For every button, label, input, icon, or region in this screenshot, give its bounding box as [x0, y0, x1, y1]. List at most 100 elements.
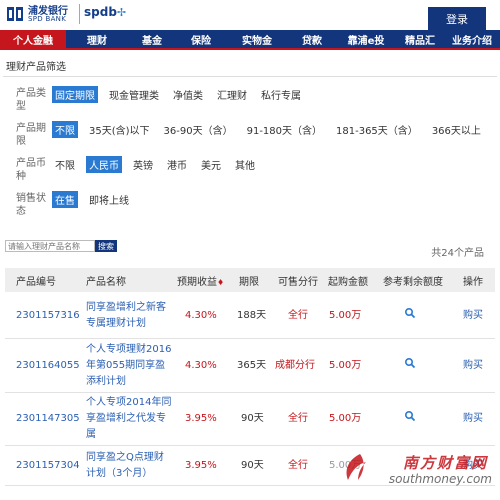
filter-option-term-91-180[interactable]: 91-180天（含）	[244, 121, 325, 138]
search-icon[interactable]	[404, 410, 416, 422]
nav-item-personal-finance[interactable]: 个人金融	[0, 30, 66, 48]
plus-icon: ✢	[116, 6, 127, 19]
nav-item-wealth-management[interactable]: 理财	[66, 30, 128, 48]
search-icon[interactable]	[404, 357, 416, 369]
filter-option-gbp[interactable]: 英镑	[130, 156, 156, 173]
logo-english-name: SPD BANK	[28, 15, 67, 23]
column-header-code: 产品编号	[16, 276, 56, 288]
product-code-link[interactable]: 2301157304	[5, 458, 80, 474]
product-term: 90天	[241, 459, 264, 471]
filter-row-product-term: 产品期限 不限 35天(含)以下 36-90天（含） 91-180天（含） 18…	[16, 120, 484, 148]
filter-option-coming-soon[interactable]: 即将上线	[86, 191, 132, 208]
filter-row-currency: 产品币种 不限 人民币 英镑 港币 美元 其他	[16, 155, 266, 183]
expected-return: 4.30%	[185, 309, 217, 321]
watermark-text-cn: 南方财富网	[402, 454, 488, 472]
filter-option-hkd[interactable]: 港币	[164, 156, 190, 173]
filter-label: 产品币种	[16, 158, 46, 182]
main-nav: 个人金融 理财 基金 保险 实物金 贷款 靠浦e投 精品汇 业务介绍	[0, 30, 500, 50]
remaining-quota-search[interactable]	[379, 410, 459, 428]
table-row: 2301147305 个人专项2014年同享盈增利之代发专属 3.95% 90天…	[5, 393, 495, 446]
nav-item-funds[interactable]: 基金	[128, 30, 176, 48]
product-term: 188天	[237, 309, 267, 321]
filter-option-cash-management[interactable]: 现金管理类	[106, 86, 162, 103]
nav-item-loans[interactable]: 贷款	[288, 30, 336, 48]
login-button[interactable]: 登录	[428, 7, 486, 30]
filter-options: 固定期限 现金管理类 净值类 汇理财 私行专属	[52, 85, 312, 103]
column-header-expected-return[interactable]: 预期收益♦	[173, 273, 237, 288]
sale-branch: 全行	[288, 459, 308, 471]
filter-option-rmb[interactable]: 人民币	[86, 155, 122, 173]
sort-icon: ♦	[217, 277, 225, 287]
column-header-term: 期限	[239, 276, 259, 288]
table-row: 2301157316 同享盈增利之新客专属理财计划 4.30% 188天 全行 …	[5, 293, 495, 339]
filter-option-term-35[interactable]: 35天(含)以下	[86, 121, 153, 138]
filter-title: 理财产品筛选	[6, 62, 66, 73]
spdb-brand[interactable]: spdb✢	[84, 5, 126, 19]
filter-option-other-currency[interactable]: 其他	[232, 156, 258, 173]
expected-return: 3.95%	[185, 413, 217, 424]
buy-link[interactable]: 购买	[459, 411, 489, 427]
product-search-input[interactable]	[5, 240, 95, 252]
watermark-logo-icon	[346, 454, 366, 480]
filter-option-private-bank[interactable]: 私行专属	[258, 86, 304, 103]
column-header-remaining-quota: 参考剩余额度	[383, 276, 443, 288]
site-header: 浦发银行 SPD BANK spdb✢ 登录	[0, 0, 500, 30]
column-header-action: 操作	[463, 276, 483, 288]
filter-option-any-term[interactable]: 不限	[52, 120, 78, 138]
filter-option-any-currency[interactable]: 不限	[52, 156, 78, 173]
sale-branch: 全行	[288, 413, 308, 424]
nav-item-physical-gold[interactable]: 实物金	[226, 30, 288, 48]
filter-divider	[3, 76, 497, 77]
product-name-link[interactable]: 同享盈之Q点理财计划（3个月）	[75, 450, 173, 482]
filter-option-term-36-90[interactable]: 36-90天（含）	[161, 121, 236, 138]
product-term: 90天	[241, 413, 264, 424]
filter-label: 产品类型	[16, 88, 46, 112]
filter-label: 产品期限	[16, 123, 46, 147]
product-code-link[interactable]: 2301147305	[5, 411, 80, 427]
table-row: 2301164055 个人专项理财2016年第055期同享盈添利计划 4.30%…	[5, 339, 495, 393]
filter-option-on-sale[interactable]: 在售	[52, 190, 78, 208]
filter-options: 不限 人民币 英镑 港币 美元 其他	[52, 155, 266, 173]
filter-option-fx-wealth[interactable]: 汇理财	[214, 86, 250, 103]
filter-options: 在售 即将上线	[52, 190, 140, 208]
product-name-link[interactable]: 个人专项理财2016年第055期同享盈添利计划	[75, 342, 173, 390]
product-code-link[interactable]: 2301164055	[5, 358, 80, 374]
search-icon[interactable]	[404, 307, 416, 319]
min-amount: 5.00万	[329, 359, 362, 371]
filter-label: 销售状态	[16, 193, 46, 217]
search-button[interactable]: 搜索	[95, 240, 117, 252]
product-code-link[interactable]: 2301157316	[5, 308, 80, 324]
remaining-quota-search[interactable]	[379, 357, 459, 375]
column-header-branch: 可售分行	[278, 276, 318, 288]
filter-row-product-type: 产品类型 固定期限 现金管理类 净值类 汇理财 私行专属	[16, 85, 312, 113]
filter-option-net-value[interactable]: 净值类	[170, 86, 206, 103]
buy-link[interactable]: 购买	[459, 358, 489, 374]
expected-return: 4.30%	[185, 359, 217, 371]
spdb-logo-icon[interactable]	[4, 3, 26, 25]
filter-options: 不限 35天(含)以下 36-90天（含） 91-180天（含） 181-365…	[52, 120, 484, 138]
sale-branch: 全行	[288, 309, 308, 321]
filter-option-term-181-365[interactable]: 181-365天（含）	[333, 121, 421, 138]
nav-item-insurance[interactable]: 保险	[176, 30, 226, 48]
product-name-link[interactable]: 同享盈增利之新客专属理财计划	[75, 300, 173, 332]
product-term: 365天	[237, 359, 267, 371]
sale-branch: 成都分行	[275, 359, 315, 371]
nav-item-business-intro[interactable]: 业务介绍	[444, 30, 500, 48]
buy-link[interactable]: 购买	[459, 308, 489, 324]
column-header-name: 产品名称	[86, 276, 126, 288]
nav-item-e-invest[interactable]: 靠浦e投	[336, 30, 396, 48]
filter-option-fixed-term[interactable]: 固定期限	[52, 85, 98, 103]
product-table-header: 产品编号 产品名称 预期收益♦ 期限 可售分行 起购金额 参考剩余额度 操作	[5, 268, 495, 292]
column-header-return-label: 预期收益	[177, 276, 217, 288]
filter-option-usd[interactable]: 美元	[198, 156, 224, 173]
filter-row-sale-status: 销售状态 在售 即将上线	[16, 190, 140, 218]
spdb-brand-text: spdb	[84, 5, 117, 19]
filter-option-term-366-plus[interactable]: 366天以上	[429, 121, 484, 138]
remaining-quota-search[interactable]	[379, 307, 459, 325]
product-name-link[interactable]: 个人专项2014年同享盈增利之代发专属	[75, 395, 173, 443]
watermark-text-en: southmoney.com	[388, 472, 492, 486]
min-amount: 5.00万	[329, 309, 362, 321]
nav-item-boutique[interactable]: 精品汇	[396, 30, 444, 48]
column-header-min-amount: 起购金额	[328, 276, 368, 288]
expected-return: 3.95%	[185, 459, 217, 471]
